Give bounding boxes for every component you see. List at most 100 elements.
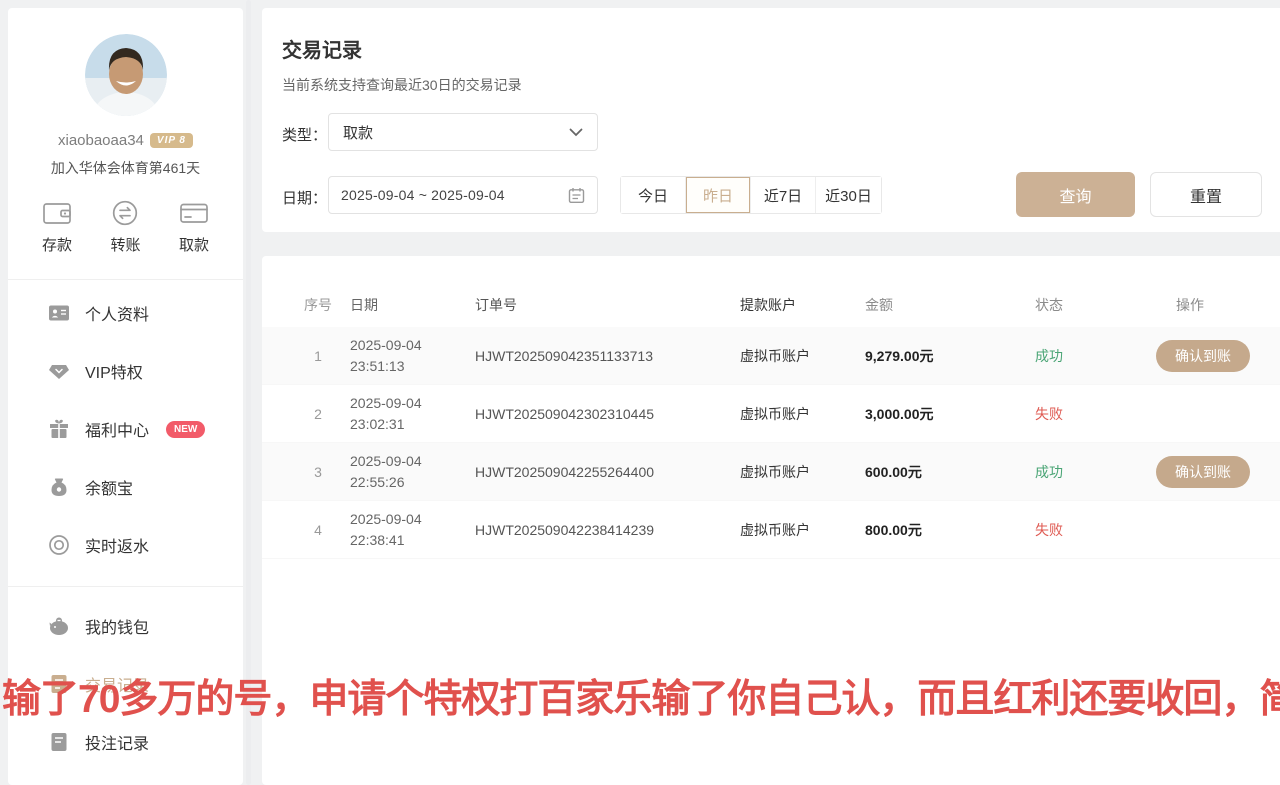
transaction-records-page: xiaobaoaa34 VIP 8 加入华体会体育第461天 存款 转账 [0,0,1280,785]
deposit-label: 存款 [42,234,72,255]
table-body: 1 2025-09-04 23:51:13 HJWT20250904235113… [262,327,1280,559]
cell-status: 失败 [1035,520,1150,540]
vip-level-badge: VIP 8 [150,133,193,148]
cell-status: 失败 [1035,404,1150,424]
reset-button[interactable]: 重置 [1150,172,1262,217]
transfer-button[interactable]: 转账 [110,200,140,255]
cell-date-time: 22:55:26 [350,472,475,492]
cell-index: 1 [286,348,350,364]
cell-order-number: HJWT202509042351133713 [475,348,740,364]
menu-label: 我的钱包 [85,614,149,638]
vip-diamond-icon [48,360,70,382]
type-select[interactable]: 取款 [328,113,598,151]
cell-date-day: 2025-09-04 [350,509,475,529]
menu-label: VIP特权 [85,359,143,383]
cell-account: 虚拟币账户 [740,404,865,424]
range-yesterday-button[interactable]: 昨日 [686,177,751,213]
cell-amount: 600.00元 [865,462,1035,482]
sidebar-item-yuebao[interactable]: 余额宝 [8,458,243,516]
menu-label: 福利中心 [85,417,149,441]
cell-account: 虚拟币账户 [740,346,865,366]
money-pouch-icon [48,476,70,498]
header-order-number: 订单号 [475,295,740,315]
avatar [85,34,167,116]
cell-index: 3 [286,464,350,480]
bet-record-icon [48,731,70,753]
cell-amount: 3,000.00元 [865,404,1035,424]
query-button[interactable]: 查询 [1016,172,1135,217]
page-subtitle: 当前系统支持查询最近30日的交易记录 [282,75,522,95]
sidebar-divider [8,586,243,587]
range-7days-button[interactable]: 近7日 [751,177,816,213]
header-status: 状态 [1035,295,1150,315]
cell-date-time: 23:51:13 [350,356,475,376]
withdraw-label: 取款 [179,234,209,255]
header-date: 日期 [350,295,475,315]
cell-date-time: 23:02:31 [350,414,475,434]
username: xiaobaoaa34 [58,132,144,149]
sidebar-item-profile[interactable]: 个人资料 [8,284,243,342]
table-row: 1 2025-09-04 23:51:13 HJWT20250904235113… [262,327,1280,385]
profile-block: xiaobaoaa34 VIP 8 加入华体会体育第461天 [8,8,243,178]
cell-order-number: HJWT202509042302310445 [475,406,740,422]
header-account: 提款账户 [740,295,865,315]
filter-card: 交易记录 当前系统支持查询最近30日的交易记录 类型： 取款 日期： 2025-… [262,8,1280,232]
quick-range-group: 今日 昨日 近7日 近30日 [620,176,882,214]
sidebar-item-benefits[interactable]: 福利中心 NEW [8,400,243,458]
cell-date-day: 2025-09-04 [350,335,475,355]
sidebar-item-rebate[interactable]: 实时返水 [8,516,243,574]
date-range-input[interactable]: 2025-09-04 ~ 2025-09-04 [328,176,598,214]
menu-label: 投注记录 [85,730,149,754]
withdraw-button[interactable]: 取款 [179,200,209,255]
new-badge: NEW [166,421,205,438]
date-label: 日期： [282,187,327,208]
calendar-icon [568,187,585,204]
cell-order-number: HJWT202509042238414239 [475,522,740,538]
transfer-label: 转账 [110,234,140,255]
date-range-value: 2025-09-04 ~ 2025-09-04 [341,187,505,203]
sidebar-item-wallet[interactable]: 我的钱包 [8,597,243,655]
type-select-value: 取款 [343,122,373,143]
overlay-complaint-text: 输了70多万的号，申请个特权打百家乐输了你自己认，而且红利还要收回，简直搞笑 [2,668,1280,724]
sidebar-item-vip[interactable]: VIP特权 [8,342,243,400]
header-amount: 金额 [865,295,1035,315]
cell-date: 2025-09-04 23:02:31 [350,393,475,434]
deposit-wallet-icon [42,200,72,226]
cell-date: 2025-09-04 22:38:41 [350,509,475,550]
menu-label: 个人资料 [85,301,149,325]
piggy-bank-icon [48,615,70,637]
type-label: 类型： [282,124,327,145]
table-row: 3 2025-09-04 22:55:26 HJWT20250904225526… [262,443,1280,501]
table-row: 2 2025-09-04 23:02:31 HJWT20250904230231… [262,385,1280,443]
cell-date: 2025-09-04 22:55:26 [350,451,475,492]
join-days-text: 加入华体会体育第461天 [8,158,243,178]
gift-icon [48,418,70,440]
confirm-arrival-button[interactable]: 确认到账 [1156,340,1250,372]
transfer-icon [110,200,140,226]
page-title: 交易记录 [282,34,362,63]
cell-index: 4 [286,522,350,538]
withdraw-card-icon [179,200,209,226]
cell-amount: 800.00元 [865,520,1035,540]
cell-status: 成功 [1035,346,1150,366]
cell-account: 虚拟币账户 [740,462,865,482]
range-today-button[interactable]: 今日 [621,177,686,213]
profile-card-icon [48,302,70,324]
menu-label: 实时返水 [85,533,149,557]
header-index: 序号 [286,295,350,315]
cell-date-day: 2025-09-04 [350,451,475,471]
cell-index: 2 [286,406,350,422]
menu-label: 余额宝 [85,475,133,499]
table-row: 4 2025-09-04 22:38:41 HJWT20250904223841… [262,501,1280,559]
cell-account: 虚拟币账户 [740,520,865,540]
deposit-button[interactable]: 存款 [42,200,72,255]
table-header-row: 序号 日期 订单号 提款账户 金额 状态 操作 [262,283,1280,327]
cell-date: 2025-09-04 23:51:13 [350,335,475,376]
rebate-icon [48,534,70,556]
range-30days-button[interactable]: 近30日 [816,177,881,213]
cell-date-time: 22:38:41 [350,530,475,550]
cell-amount: 9,279.00元 [865,346,1035,366]
cell-status: 成功 [1035,462,1150,482]
confirm-arrival-button[interactable]: 确认到账 [1156,456,1250,488]
chevron-down-icon [569,128,583,137]
